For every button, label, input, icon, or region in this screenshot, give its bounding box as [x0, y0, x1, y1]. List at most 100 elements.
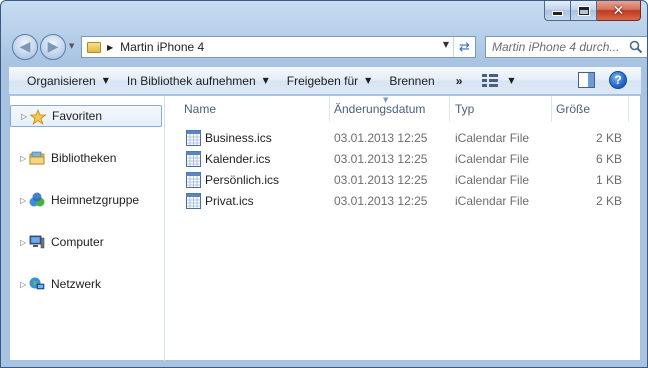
column-header-size[interactable]: Größe — [556, 96, 626, 122]
chevron-down-icon: ▼ — [365, 76, 372, 85]
column-header-label: Name — [184, 102, 217, 116]
column-header-label: Änderungsdatum — [334, 102, 426, 116]
file-date: 03.01.2013 12:25 — [334, 152, 428, 166]
homegroup-icon — [29, 192, 45, 207]
search-box[interactable] — [485, 36, 647, 58]
folder-icon — [87, 41, 101, 53]
expand-arrow-icon[interactable]: ▷ — [21, 112, 27, 121]
sidebar-item-homegroup[interactable]: ▷ Heimnetzgruppe — [10, 189, 162, 211]
main-area: ▷ Favoriten ▷ Bibliotheken ▷ Heimnetzgru… — [9, 96, 641, 361]
libraries-icon — [29, 151, 45, 165]
calendar-file-icon — [186, 151, 201, 167]
minimize-icon — [553, 12, 562, 15]
breadcrumb-separator-icon[interactable]: ▶ — [107, 43, 113, 52]
file-row[interactable]: Kalender.ics 03.01.2013 12:25 iCalendar … — [166, 149, 641, 170]
close-button[interactable]: ✕ — [597, 1, 641, 21]
sidebar-item-computer[interactable]: ▷ Computer — [10, 231, 162, 253]
share-with-menu[interactable]: Freigeben für ▼ — [278, 69, 381, 93]
search-input[interactable] — [492, 40, 630, 54]
expand-arrow-icon[interactable]: ▷ — [20, 196, 26, 205]
file-name[interactable]: Kalender.ics — [205, 152, 270, 166]
computer-icon — [29, 235, 45, 249]
expand-arrow-icon[interactable]: ▷ — [20, 280, 26, 289]
help-icon[interactable]: ? — [609, 71, 627, 89]
minimize-button[interactable] — [544, 1, 571, 21]
back-arrow-icon: ◀ — [19, 39, 31, 55]
sidebar-item-label: Favoriten — [52, 109, 103, 123]
address-history-dropdown[interactable]: ▼ — [443, 40, 449, 49]
change-view-icon[interactable] — [482, 73, 499, 88]
burn-button[interactable]: Brennen — [380, 69, 443, 93]
file-type: iCalendar File — [455, 152, 530, 166]
preview-pane-icon[interactable] — [578, 72, 595, 88]
breadcrumb-current[interactable]: Martin iPhone 4 — [120, 40, 204, 54]
sidebar-item-label: Computer — [51, 235, 104, 249]
sidebar-item-libraries[interactable]: ▷ Bibliotheken — [10, 147, 162, 169]
organize-menu[interactable]: Organisieren ▼ — [18, 69, 118, 93]
search-icon[interactable] — [629, 40, 643, 54]
file-size: 1 KB — [595, 173, 622, 187]
view-options-dropdown[interactable]: ▼ — [508, 76, 514, 85]
chevron-down-icon: ▼ — [102, 76, 109, 85]
expand-arrow-icon[interactable]: ▷ — [20, 154, 26, 163]
file-size: 2 KB — [595, 194, 622, 208]
column-divider[interactable] — [551, 96, 552, 122]
maximize-icon — [578, 6, 589, 15]
more-commands-icon: » — [455, 73, 463, 88]
column-header-name[interactable]: Name — [184, 96, 329, 122]
file-row[interactable]: Persönlich.ics 03.01.2013 12:25 iCalenda… — [166, 170, 641, 191]
more-commands-button[interactable]: » — [444, 69, 471, 93]
file-date: 03.01.2013 12:25 — [334, 131, 428, 145]
back-button[interactable]: ◀ — [12, 34, 38, 60]
calendar-file-icon — [186, 193, 201, 209]
file-type: iCalendar File — [455, 173, 530, 187]
star-icon — [30, 109, 46, 125]
file-row[interactable]: Privat.ics 03.01.2013 12:25 iCalendar Fi… — [166, 191, 641, 212]
file-size: 2 KB — [595, 131, 622, 145]
navigation-bar: ◀ ▶ ▼ ▶ Martin iPhone 4 ▼ ⇄ — [9, 32, 647, 62]
sidebar-item-label: Heimnetzgruppe — [51, 193, 140, 207]
file-type: iCalendar File — [455, 194, 530, 208]
file-row[interactable]: Business.ics 03.01.2013 12:25 iCalendar … — [166, 128, 641, 149]
file-name[interactable]: Persönlich.ics — [205, 173, 279, 187]
calendar-file-icon — [186, 172, 201, 188]
close-icon: ✕ — [612, 2, 625, 19]
column-header-label: Typ — [455, 102, 475, 116]
forward-arrow-icon: ▶ — [47, 39, 59, 55]
maximize-button[interactable] — [571, 1, 597, 21]
sidebar-item-network[interactable]: ▷ Netzwerk — [10, 273, 162, 295]
column-divider[interactable] — [329, 96, 330, 122]
forward-button[interactable]: ▶ — [40, 34, 66, 60]
column-divider[interactable] — [449, 96, 450, 122]
calendar-file-icon — [186, 130, 201, 146]
refresh-icon: ⇄ — [459, 39, 470, 55]
sidebar-item-favorites[interactable]: ▷ Favoriten — [10, 105, 162, 127]
sidebar-item-label: Bibliotheken — [51, 151, 117, 165]
command-bar: Organisieren ▼ In Bibliothek aufnehmen ▼… — [9, 67, 641, 95]
include-in-library-label: In Bibliothek aufnehmen — [126, 73, 256, 88]
file-list: Name ▼ Änderungsdatum Typ Größe Business… — [166, 96, 641, 361]
column-header-date[interactable]: Änderungsdatum — [334, 96, 449, 122]
file-name[interactable]: Privat.ics — [205, 194, 254, 208]
file-name[interactable]: Business.ics — [205, 131, 272, 145]
column-divider[interactable] — [628, 96, 629, 122]
sidebar-item-label: Netzwerk — [51, 277, 102, 291]
organize-label: Organisieren — [27, 73, 96, 88]
network-icon — [29, 277, 45, 290]
refresh-button[interactable]: ⇄ — [453, 37, 475, 57]
chevron-down-icon: ▼ — [262, 76, 269, 85]
column-header-label: Größe — [556, 102, 591, 116]
column-header-type[interactable]: Typ — [455, 96, 551, 122]
include-in-library-menu[interactable]: In Bibliothek aufnehmen ▼ — [118, 69, 278, 93]
window-controls: ✕ — [544, 1, 641, 21]
expand-arrow-icon[interactable]: ▷ — [20, 238, 26, 247]
burn-label: Brennen — [389, 73, 435, 88]
file-date: 03.01.2013 12:25 — [334, 173, 428, 187]
file-type: iCalendar File — [455, 131, 530, 145]
recent-pages-dropdown[interactable]: ▼ — [69, 42, 74, 50]
share-with-label: Freigeben für — [286, 73, 359, 88]
navigation-pane: ▷ Favoriten ▷ Bibliotheken ▷ Heimnetzgru… — [10, 96, 165, 361]
file-date: 03.01.2013 12:25 — [334, 194, 428, 208]
file-size: 6 KB — [595, 152, 622, 166]
address-bar[interactable]: ▶ Martin iPhone 4 ▼ ⇄ — [81, 36, 476, 58]
